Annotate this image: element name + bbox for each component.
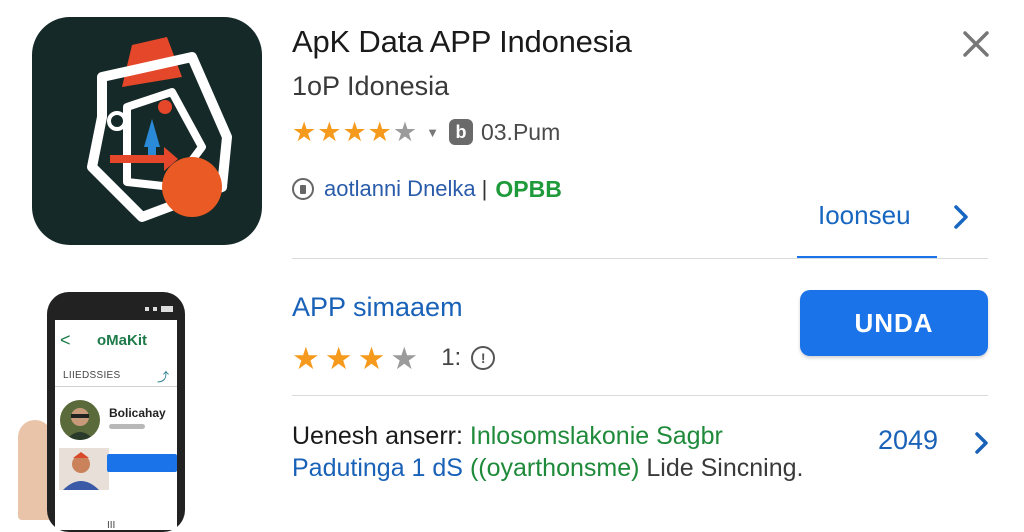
info-text[interactable]: aotlanni Dnelka — [324, 176, 476, 202]
close-button[interactable] — [958, 26, 994, 62]
rating-count: 1: — [441, 344, 462, 371]
year-link[interactable]: 2049 — [878, 425, 938, 456]
divider — [292, 395, 988, 396]
star-icon: ★ — [392, 116, 418, 147]
phone-title: oMaKit — [97, 332, 147, 349]
content-rating-icon — [292, 178, 314, 200]
phone-highlight-bar — [107, 454, 177, 472]
install-button[interactable]: UNDA — [800, 290, 988, 356]
close-icon — [963, 31, 989, 57]
caret-down-icon[interactable]: ▼ — [426, 125, 439, 140]
share-icon: ⤴ — [156, 370, 169, 384]
back-icon: < — [60, 330, 71, 350]
divider — [292, 258, 988, 259]
description-text: Lide Sincning. — [646, 454, 804, 482]
phone-divider — [55, 386, 177, 387]
star-icon: ★ — [317, 116, 342, 147]
phone-screenshot[interactable]: < oMaKit LIIEDSSIES ⤴ Bolicahay III — [47, 292, 185, 532]
phone-home-button: III — [107, 520, 116, 530]
status-bar-icon — [145, 306, 173, 312]
description-label: Uenesh anserr: — [292, 422, 463, 450]
info-separator: | — [481, 176, 488, 201]
rating-text: 03.Pum — [480, 118, 561, 145]
star-icon: ★ — [292, 116, 317, 147]
more-link[interactable]: Ioonseu — [818, 200, 911, 231]
avatar — [60, 400, 100, 440]
star-icon: ★ — [367, 116, 392, 147]
developer-name[interactable]: 1oP Idonesia — [292, 71, 449, 102]
description-line-2: Padutinga 1 dS ((oyarthonsme) Lide Sincn… — [292, 454, 803, 483]
rating-row: ★ ★ ★ ★ ★ ▼ b 03.Pum — [292, 115, 560, 149]
rate-stars[interactable]: ★ ★ ★ ★ 1: ! — [292, 342, 496, 374]
description-highlight[interactable]: Inlosomslakonie Sagbr — [470, 422, 723, 450]
star-icon[interactable]: ★ — [325, 343, 353, 374]
avatar — [59, 448, 109, 490]
info-icon[interactable]: ! — [471, 346, 496, 370]
description-line-1: Uenesh anserr: Inlosomslakonie Sagbr — [292, 422, 723, 451]
phone-section-label: LIIEDSSIES — [63, 370, 121, 381]
app-title: ApK Data APP Indonesia — [292, 24, 632, 59]
chevron-right-icon[interactable] — [972, 428, 992, 458]
phone-contact-name: Bolicahay — [109, 406, 166, 420]
star-icon[interactable]: ★ — [390, 343, 418, 374]
phone-screen: < oMaKit LIIEDSSIES ⤴ Bolicahay III — [55, 320, 177, 530]
info-tag: OPBB — [495, 175, 562, 202]
info-row: aotlanni Dnelka | OPBB — [292, 172, 562, 206]
star-icon[interactable]: ★ — [292, 343, 320, 374]
phone-contact-subtitle — [109, 424, 145, 429]
description-link[interactable]: Padutinga 1 dS — [292, 454, 463, 482]
rating-badge: b — [448, 119, 473, 145]
star-icon[interactable]: ★ — [358, 343, 386, 374]
app-logo-icon — [87, 37, 232, 222]
app-icon — [32, 17, 262, 245]
rate-section-title: APP simaaem — [292, 292, 463, 322]
chevron-right-icon[interactable] — [950, 200, 974, 234]
description-tag: ((oyarthonsme) — [469, 454, 640, 482]
star-icon: ★ — [342, 116, 367, 147]
